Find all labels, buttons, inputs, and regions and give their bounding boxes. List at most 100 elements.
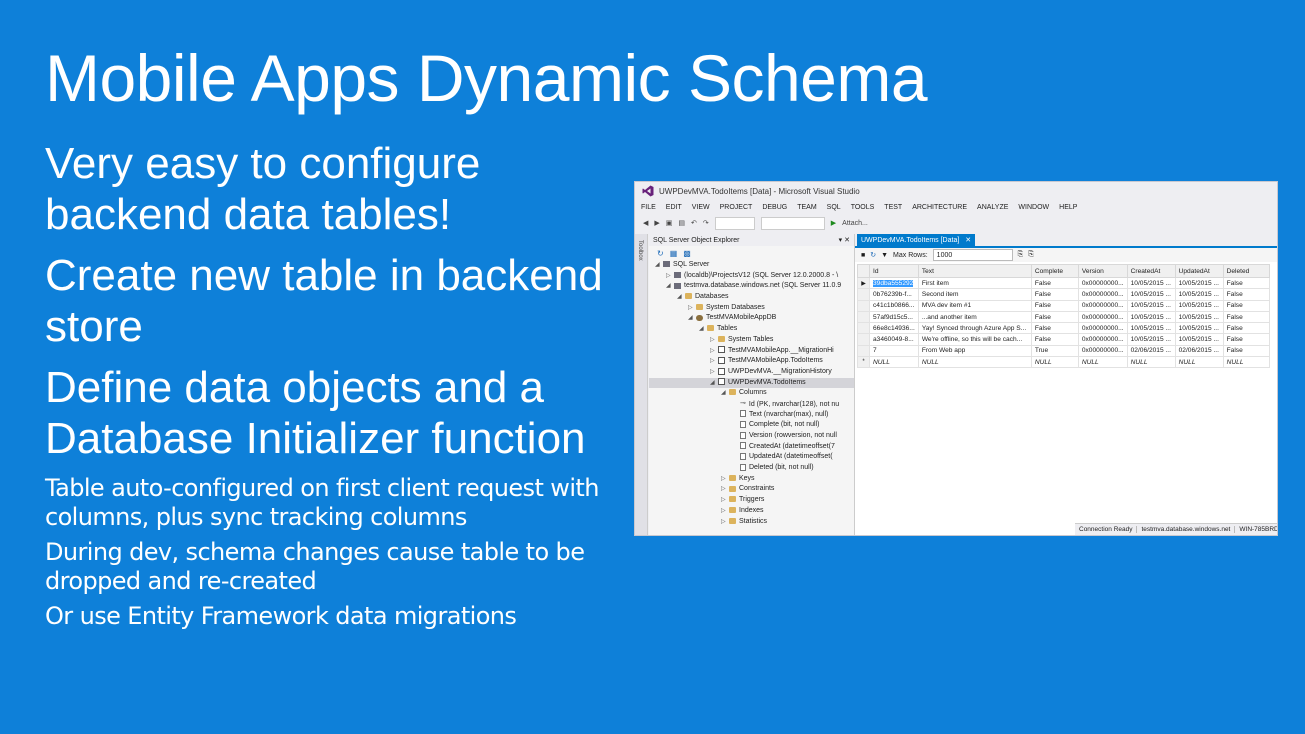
expander-icon[interactable]: ◢ <box>655 260 663 271</box>
column-header-updatedat[interactable]: UpdatedAt <box>1174 264 1224 278</box>
column-header-complete[interactable]: Complete <box>1030 264 1079 278</box>
menu-item-debug[interactable]: DEBUG <box>762 204 787 211</box>
tree-item[interactable]: ◢ SQL Server <box>649 260 854 271</box>
grid-cell[interactable]: First item <box>917 276 1032 290</box>
row-header[interactable] <box>857 344 870 358</box>
row-header[interactable]: * <box>857 356 870 369</box>
grid-cell[interactable]: 7 <box>869 344 919 358</box>
grid-cell[interactable]: False <box>1222 288 1270 301</box>
row-header[interactable] <box>857 310 870 324</box>
grid-cell[interactable]: 10/05/2015 ... <box>1174 288 1224 301</box>
expander-icon[interactable]: ▷ <box>721 474 729 485</box>
tree-item[interactable]: ▷ TestMVAMobileApp.TodoItems <box>649 356 854 367</box>
tree-item[interactable]: ◢ UWPDevMVA.TodoItems <box>649 377 854 389</box>
table-row[interactable]: a3460049-8... We're offline, so this will… <box>857 333 1270 346</box>
undo-icon[interactable]: ↶ <box>691 219 697 227</box>
sort-filter-icon[interactable]: ▼ <box>881 252 888 259</box>
expander-icon[interactable]: ▷ <box>721 495 729 506</box>
expander-icon[interactable]: ▷ <box>666 271 674 282</box>
expander-icon[interactable]: ◢ <box>666 281 674 292</box>
grid-cell[interactable]: Yay! Synced through Azure App S... <box>917 322 1032 335</box>
grid-cell[interactable]: a3460049-8... <box>869 333 919 346</box>
grid-cell[interactable]: False <box>1030 310 1079 324</box>
menu-item-help[interactable]: HELP <box>1059 204 1077 211</box>
refresh-grid-icon[interactable]: ↻ <box>870 251 876 259</box>
redo-icon[interactable]: ↷ <box>703 219 709 227</box>
tree-item[interactable]: ◢ Columns <box>649 388 854 399</box>
table-row[interactable]: 66e8c14936... Yay! Synced through Azure A… <box>857 322 1270 335</box>
grid-cell[interactable]: 0x00000000... <box>1077 344 1128 358</box>
expander-icon[interactable]: ▷ <box>721 517 729 528</box>
grid-cell[interactable]: NULL <box>1174 356 1224 369</box>
row-header[interactable]: ▶ <box>857 276 870 290</box>
table-row[interactable]: 7 From Web app True 0x00000000... 02/06/2015… <box>857 344 1270 358</box>
expander-icon[interactable]: ▷ <box>710 346 718 357</box>
back-icon[interactable]: ◀ <box>643 219 648 227</box>
grid-cell[interactable]: False <box>1222 344 1270 358</box>
grid-cell[interactable]: NULL <box>917 356 1032 369</box>
menu-item-window[interactable]: WINDOW <box>1018 204 1049 211</box>
tree-item[interactable]: ▷ Keys <box>649 474 854 485</box>
grid-cell[interactable]: False <box>1030 333 1079 346</box>
tree-item[interactable]: ⊸ Id (PK, nvarchar(128), not nu <box>649 399 854 410</box>
expander-icon[interactable]: ◢ <box>688 313 696 324</box>
tree-item[interactable]: Deleted (bit, not null) <box>649 463 854 474</box>
toolbox-strip[interactable]: Toolbox <box>635 234 648 535</box>
grid-cell[interactable]: True <box>1030 344 1079 358</box>
grid-cell[interactable]: False <box>1030 276 1079 290</box>
table-row[interactable]: ▶ 39dba555292 First item False 0x00000000...… <box>857 276 1270 290</box>
table-row[interactable]: 57af9d15c5... ...and another item False 0x0… <box>857 310 1270 324</box>
grid-cell[interactable]: False <box>1030 288 1079 301</box>
menu-item-project[interactable]: PROJECT <box>720 204 753 211</box>
refresh-icon[interactable]: ↻ <box>657 249 664 258</box>
grid-cell[interactable]: 0x00000000... <box>1077 288 1128 301</box>
grid-cell[interactable]: 10/05/2015 ... <box>1174 299 1224 312</box>
grid-cell[interactable]: NULL <box>1077 356 1128 369</box>
grid-cell[interactable]: 10/05/2015 ... <box>1174 322 1224 335</box>
tree-item[interactable]: Version (rowversion, not null <box>649 431 854 442</box>
save-all-icon[interactable]: ▤ <box>678 219 685 227</box>
column-header-version[interactable]: Version <box>1077 264 1128 278</box>
grid-cell[interactable]: 10/05/2015 ... <box>1126 288 1176 301</box>
expander-icon[interactable]: ◢ <box>677 292 685 303</box>
menu-item-test[interactable]: TEST <box>884 204 902 211</box>
grid-cell[interactable]: NULL <box>1222 356 1270 369</box>
filter-icon[interactable]: ▦ <box>670 249 678 258</box>
solution-platform-dropdown[interactable] <box>760 216 825 230</box>
grid-cell[interactable]: False <box>1222 299 1270 312</box>
tree-item[interactable]: UpdatedAt (datetimeoffset( <box>649 452 854 463</box>
grid-cell[interactable]: 0b76239b-f... <box>869 288 919 301</box>
tab-todoitems-data[interactable]: UWPDevMVA.TodoItems [Data] ✕ <box>857 234 976 246</box>
grid-cell[interactable]: 10/05/2015 ... <box>1174 310 1224 324</box>
expander-icon[interactable]: ▷ <box>710 335 718 346</box>
menu-item-view[interactable]: VIEW <box>692 204 710 211</box>
expander-icon[interactable]: ▷ <box>688 303 696 314</box>
new-project-icon[interactable]: ▣ <box>666 219 673 227</box>
add-server-icon[interactable]: ▩ <box>683 249 691 258</box>
row-header[interactable] <box>857 333 870 346</box>
expander-icon[interactable]: ▷ <box>721 506 729 517</box>
tree-item[interactable]: ▷ Constraints <box>649 484 854 495</box>
row-header[interactable] <box>857 322 870 335</box>
grid-cell[interactable]: NULL <box>869 356 919 369</box>
tree-item[interactable]: ▷ Triggers <box>649 495 854 506</box>
tree-item[interactable]: ▷ System Databases <box>649 303 854 314</box>
grid-cell[interactable]: 02/06/2015 ... <box>1126 344 1176 358</box>
grid-cell[interactable]: 0x00000000... <box>1077 299 1128 312</box>
tree-item[interactable]: CreatedAt (datetimeoffset(7 <box>649 442 854 453</box>
tree-item[interactable]: ▷ Statistics <box>649 517 854 528</box>
solution-config-dropdown[interactable] <box>714 216 755 230</box>
grid-cell[interactable]: False <box>1030 322 1079 335</box>
row-header[interactable] <box>857 299 870 312</box>
expander-icon[interactable]: ◢ <box>710 378 718 389</box>
grid-cell[interactable]: False <box>1222 276 1270 290</box>
grid-cell[interactable]: c41c1b0866... <box>869 299 919 312</box>
grid-cell[interactable]: 0x00000000... <box>1077 276 1128 290</box>
grid-cell[interactable]: NULL <box>1030 356 1079 369</box>
expander-icon[interactable]: ▷ <box>710 367 718 378</box>
grid-cell[interactable]: 10/05/2015 ... <box>1126 333 1176 346</box>
table-row[interactable]: 0b76239b-f... Second item False 0x00000000.… <box>857 288 1270 301</box>
grid-cell[interactable]: 10/05/2015 ... <box>1126 276 1176 290</box>
tree-item[interactable]: ◢ testmva.database.windows.net (SQL Serve… <box>649 281 854 292</box>
grid-cell[interactable]: 39dba555292 <box>869 276 919 290</box>
